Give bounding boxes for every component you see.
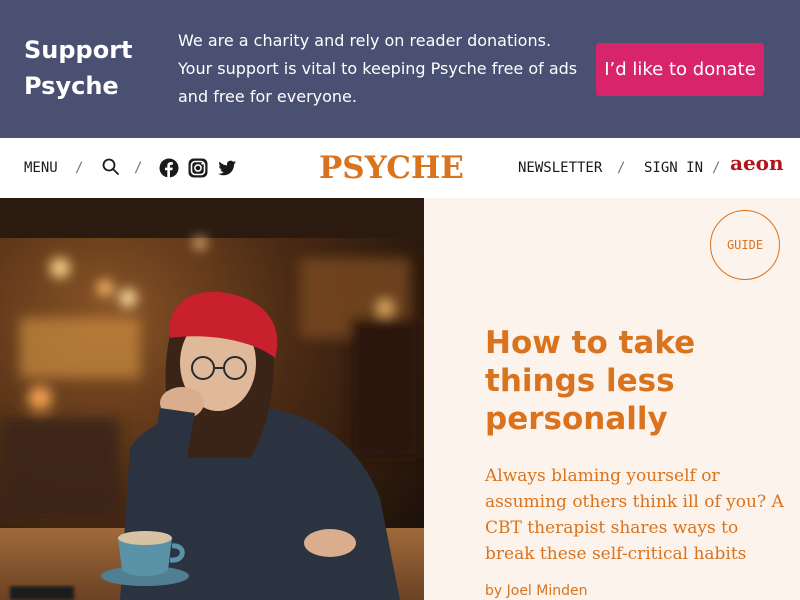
aeon-logo[interactable]: aeon (730, 151, 784, 175)
byline: by Joel Minden (485, 583, 588, 599)
hero-image[interactable] (0, 198, 424, 600)
guide-badge[interactable]: GUIDE (710, 210, 780, 280)
banner-title: Support Psyche (24, 36, 133, 100)
article-standfirst: Always blaming yourself or assuming othe… (485, 466, 784, 564)
psyche-logo[interactable]: PSYCHE (319, 150, 464, 186)
byline-prefix: by (485, 583, 503, 599)
banner-text: We are a charity and rely on reader dona… (178, 31, 578, 106)
article-title[interactable]: How to take things less personally (485, 324, 785, 438)
woman-in-cafe-photo (0, 198, 424, 600)
sign-in-link[interactable]: SIGN IN (644, 160, 703, 176)
twitter-icon[interactable] (217, 158, 237, 178)
donation-banner: Support Psyche We are a charity and rely… (0, 0, 800, 138)
instagram-icon[interactable] (188, 158, 208, 178)
nav-separator: / (617, 160, 626, 176)
facebook-icon[interactable] (159, 158, 179, 178)
search-icon[interactable] (101, 157, 121, 177)
donate-button[interactable]: I’d like to donate (596, 43, 764, 96)
nav-separator: / (134, 160, 143, 176)
nav-separator: / (75, 160, 84, 176)
author-link[interactable]: Joel Minden (507, 583, 588, 599)
article-hero: GUIDE How to take things less personally… (424, 198, 800, 600)
menu-button[interactable]: MENU (24, 160, 58, 176)
newsletter-link[interactable]: NEWSLETTER (518, 160, 602, 176)
nav-separator: / (712, 160, 721, 176)
site-header: MENU / / PSYCHE NEWSLETTER / SIGN IN / a… (0, 138, 800, 198)
